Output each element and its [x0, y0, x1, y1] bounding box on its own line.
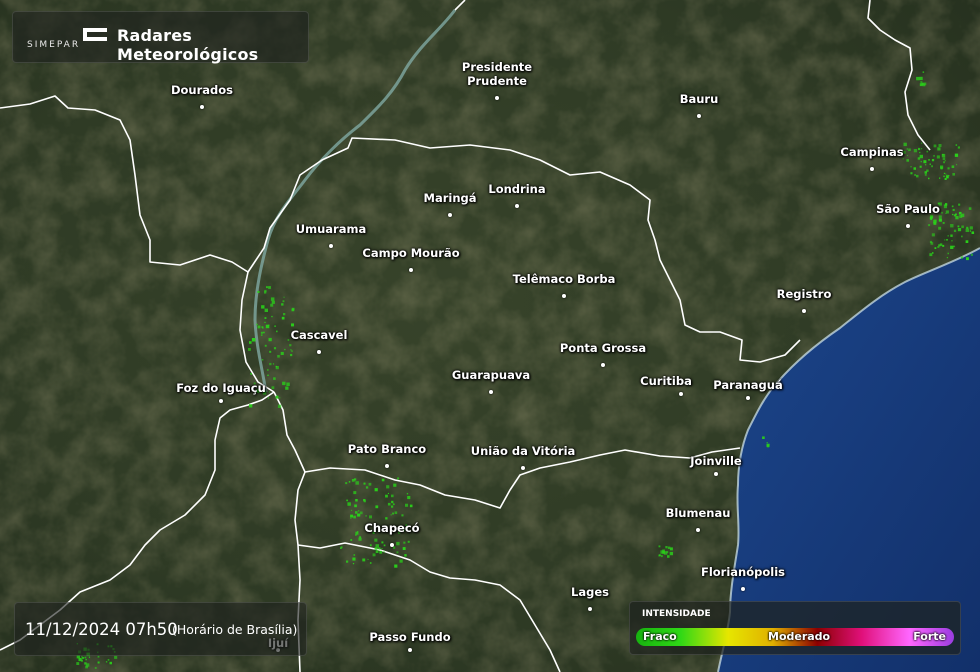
city-marker-joinville[interactable]	[714, 472, 718, 476]
city-marker-campo-mourao[interactable]	[409, 268, 413, 272]
observation-datetime: 11/12/2024 07h50	[25, 620, 178, 639]
city-marker-bauru[interactable]	[697, 114, 701, 118]
radar-map-view: Dourados Presidente Prudente Bauru Campinas S…	[0, 0, 980, 672]
city-marker-lages[interactable]	[588, 607, 592, 611]
city-label-passo-fundo: Passo Fundo	[369, 630, 451, 644]
city-label-chapeco: Chapecó	[364, 521, 420, 535]
city-label-maringa: Maringá	[423, 191, 477, 205]
legend-label-moderate: Moderado	[768, 630, 831, 643]
city-label-cascavel: Cascavel	[290, 328, 348, 342]
city-label-pato-branco: Pato Branco	[347, 442, 427, 456]
city-label-telemaco-borba: Telêmaco Borba	[512, 272, 616, 286]
city-label-florianopolis: Florianópolis	[700, 565, 786, 579]
city-label-campinas: Campinas	[840, 145, 904, 159]
header-panel: SIMEPAR Radares Meteorológicos	[12, 11, 309, 64]
city-label-presidente-prudente: Presidente Prudente	[461, 60, 533, 88]
city-marker-paranagua[interactable]	[746, 396, 750, 400]
city-label-foz-do-iguacu: Foz do Iguaçu	[176, 381, 266, 395]
city-label-joinville: Joinville	[690, 454, 742, 468]
city-marker-chapeco[interactable]	[390, 543, 394, 547]
logo-wordmark: SIMEPAR	[27, 40, 81, 50]
city-marker-londrina[interactable]	[515, 204, 519, 208]
city-label-bauru: Bauru	[679, 92, 719, 106]
city-label-blumenau: Blumenau	[665, 506, 731, 520]
legend-title: INTENSIDADE	[642, 609, 711, 619]
city-marker-uniao-da-vitoria[interactable]	[521, 466, 525, 470]
city-label-uniao-da-vitoria: União da Vitória	[470, 444, 576, 458]
city-label-dourados: Dourados	[170, 83, 234, 97]
city-marker-florianopolis[interactable]	[741, 587, 745, 591]
city-marker-pato-branco[interactable]	[385, 464, 389, 468]
city-marker-blumenau[interactable]	[696, 528, 700, 532]
city-label-londrina: Londrina	[488, 182, 546, 196]
city-label-curitiba: Curitiba	[640, 374, 692, 388]
city-label-ponta-grossa: Ponta Grossa	[559, 341, 647, 355]
city-marker-guarapuava[interactable]	[489, 390, 493, 394]
city-marker-ponta-grossa[interactable]	[601, 363, 605, 367]
city-marker-curitiba[interactable]	[679, 392, 683, 396]
intensity-legend: INTENSIDADE Fraco Moderado Forte	[629, 601, 961, 655]
city-label-registro: Registro	[776, 287, 832, 301]
city-marker-foz-do-iguacu[interactable]	[219, 399, 223, 403]
legend-label-weak: Fraco	[643, 630, 677, 643]
app-title: Radares Meteorológicos	[117, 26, 259, 64]
city-marker-dourados[interactable]	[200, 105, 204, 109]
city-marker-presidente-prudente[interactable]	[495, 96, 499, 100]
city-label-guarapuava: Guarapuava	[451, 368, 531, 382]
city-marker-passo-fundo[interactable]	[408, 648, 412, 652]
city-marker-sao-paulo[interactable]	[906, 224, 910, 228]
city-marker-registro[interactable]	[802, 309, 806, 313]
city-label-sao-paulo: São Paulo	[876, 202, 940, 216]
city-marker-umuarama[interactable]	[329, 244, 333, 248]
city-label-campo-mourao: Campo Mourão	[362, 246, 460, 260]
city-label-paranagua: Paranaguá	[713, 378, 783, 392]
city-label-umuarama: Umuarama	[295, 222, 367, 236]
city-marker-cascavel[interactable]	[317, 350, 321, 354]
satellite-basemap[interactable]	[0, 0, 980, 672]
intensity-color-scale: Fraco Moderado Forte	[636, 628, 954, 646]
legend-label-strong: Forte	[913, 630, 946, 643]
timestamp-panel: 11/12/2024 07h50 (Horário de Brasília)	[14, 602, 307, 656]
city-label-lages: Lages	[571, 585, 609, 599]
city-marker-telemaco-borba[interactable]	[562, 294, 566, 298]
city-marker-campinas[interactable]	[870, 167, 874, 171]
city-marker-maringa[interactable]	[448, 213, 452, 217]
timezone-note: (Horário de Brasília)	[172, 622, 298, 637]
